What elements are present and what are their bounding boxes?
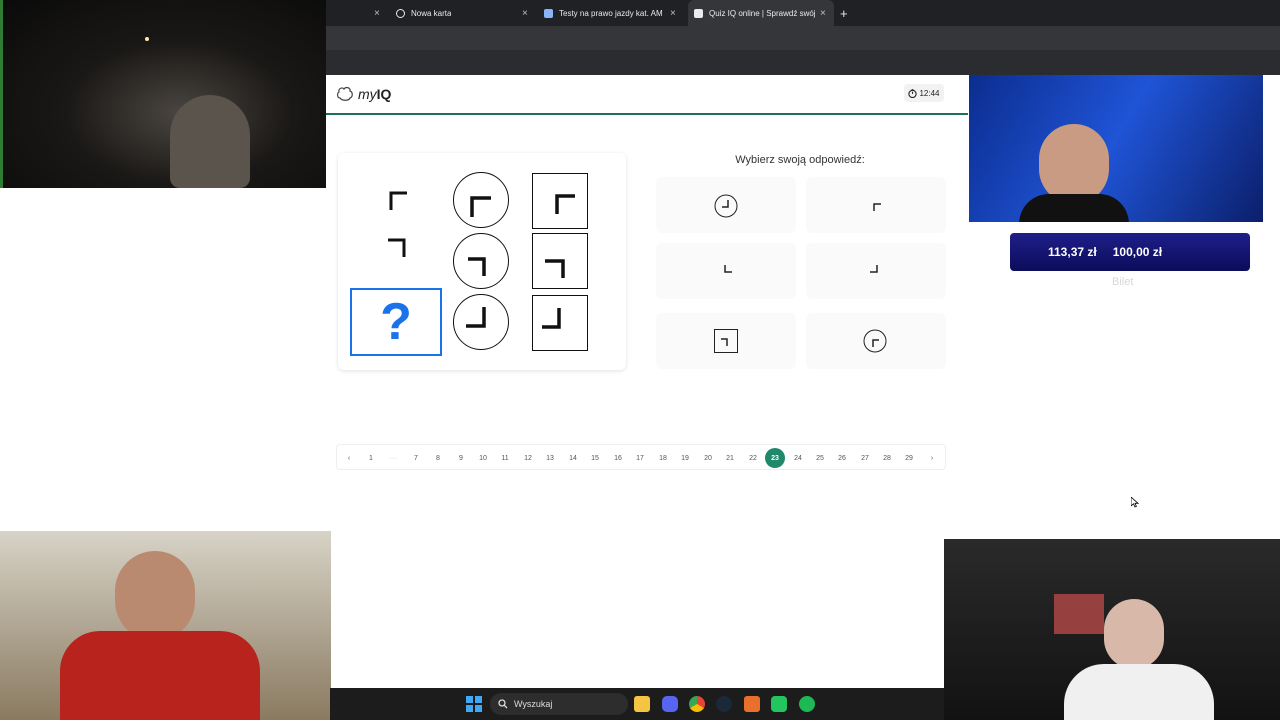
pagination-page[interactable]: 18 bbox=[653, 448, 673, 468]
puzzle-cell-circle bbox=[453, 294, 509, 350]
browser-tab-bar: × Nowa karta × Testy na prawo jazdy kat.… bbox=[326, 0, 1280, 26]
page-icon bbox=[694, 8, 703, 18]
close-icon[interactable]: × bbox=[374, 8, 380, 19]
pagination-page[interactable]: 13 bbox=[540, 448, 560, 468]
webcam-top-left bbox=[0, 0, 326, 188]
steam-icon[interactable] bbox=[716, 696, 732, 712]
logo-my-text: my bbox=[358, 86, 377, 102]
pagination-prev-button[interactable]: ‹ bbox=[339, 448, 359, 468]
file-explorer-icon[interactable] bbox=[634, 696, 650, 712]
answer-heading: Wybierz swoją odpowiedź: bbox=[735, 154, 865, 166]
question-pagination: ‹ 1 ··· 7 8 9 10 11 12 13 14 15 16 17 18… bbox=[336, 444, 946, 470]
answer-option-3[interactable] bbox=[656, 243, 796, 299]
browser-tab[interactable]: × bbox=[326, 0, 388, 26]
close-icon[interactable]: × bbox=[820, 8, 826, 19]
timer-badge: 12:44 bbox=[904, 84, 944, 102]
pagination-page[interactable]: 17 bbox=[630, 448, 650, 468]
globe-icon bbox=[396, 8, 405, 18]
browser-toolbar bbox=[326, 26, 1280, 50]
logo[interactable]: my IQ bbox=[336, 86, 391, 102]
brain-icon bbox=[337, 86, 353, 101]
site-header: my IQ 12:44 bbox=[326, 75, 968, 115]
app-icon[interactable] bbox=[744, 696, 760, 712]
graduation-cap-icon bbox=[544, 8, 553, 18]
pagination-page[interactable]: 11 bbox=[495, 448, 515, 468]
pagination-page[interactable]: 16 bbox=[608, 448, 628, 468]
pagination-page[interactable]: 15 bbox=[585, 448, 605, 468]
stopwatch-icon bbox=[908, 88, 918, 98]
answer-option-2[interactable] bbox=[806, 177, 946, 233]
pagination-page[interactable]: 14 bbox=[563, 448, 583, 468]
bookmarks-bar bbox=[326, 50, 1280, 75]
close-icon[interactable]: × bbox=[670, 8, 676, 19]
answer-option-1[interactable] bbox=[656, 177, 796, 233]
puzzle-cell-square bbox=[532, 173, 588, 229]
answer-option-6[interactable] bbox=[806, 313, 946, 369]
webcam-top-right bbox=[969, 54, 1263, 222]
chrome-icon[interactable] bbox=[689, 696, 705, 712]
new-tab-button[interactable]: + bbox=[840, 0, 854, 26]
pagination-page[interactable]: 25 bbox=[810, 448, 830, 468]
app-green-icon[interactable] bbox=[771, 696, 787, 712]
pagination-page-current[interactable]: 23 bbox=[765, 448, 785, 468]
pagination-page[interactable]: 7 bbox=[406, 448, 426, 468]
pagination-page[interactable]: 24 bbox=[788, 448, 808, 468]
bet-amount-2: 100,00 zł bbox=[1112, 245, 1163, 259]
webcam-bottom-left bbox=[0, 531, 331, 720]
plus-icon: + bbox=[840, 5, 848, 21]
pagination-page[interactable]: 26 bbox=[832, 448, 852, 468]
question-mark: ? bbox=[380, 293, 412, 351]
bet-badge: 113,37 zł 100,00 zł bbox=[1010, 233, 1250, 271]
discord-icon[interactable] bbox=[662, 696, 678, 712]
pagination-page[interactable]: 29 bbox=[899, 448, 919, 468]
search-icon bbox=[498, 699, 508, 709]
tab-label: Nowa karta bbox=[411, 8, 452, 18]
browser-tab[interactable]: Nowa karta × bbox=[396, 0, 536, 26]
pagination-ellipsis: ··· bbox=[389, 454, 397, 462]
logo-iq-text: IQ bbox=[376, 86, 392, 102]
spotify-icon[interactable] bbox=[799, 696, 815, 712]
pagination-page[interactable]: 19 bbox=[675, 448, 695, 468]
pagination-next-button[interactable]: › bbox=[922, 448, 942, 468]
puzzle-cell-plain bbox=[383, 186, 413, 216]
puzzle-cell-circle bbox=[453, 172, 509, 228]
pagination-page[interactable]: 27 bbox=[855, 448, 875, 468]
answer-option-4[interactable] bbox=[806, 243, 946, 299]
pagination-page[interactable]: 10 bbox=[473, 448, 493, 468]
tab-label: Quiz IQ online | Sprawdź swój bbox=[709, 8, 816, 18]
close-icon[interactable]: × bbox=[522, 8, 528, 19]
pagination-page[interactable]: 21 bbox=[720, 448, 740, 468]
bet-amount-1: 113,37 zł bbox=[1048, 245, 1097, 259]
taskbar-search-label: Wyszukaj bbox=[514, 699, 553, 709]
tab-label: Testy na prawo jazdy kat. AM bbox=[559, 8, 663, 18]
bet-label: Bilet bbox=[1112, 276, 1134, 288]
taskbar: Wyszukaj bbox=[330, 688, 944, 720]
puzzle-cell-circle bbox=[453, 233, 509, 289]
pagination-page[interactable]: 12 bbox=[518, 448, 538, 468]
pagination-page[interactable]: 28 bbox=[877, 448, 897, 468]
timer-value: 12:44 bbox=[919, 88, 940, 98]
browser-tab-active[interactable]: Quiz IQ online | Sprawdź swój × bbox=[688, 0, 834, 26]
pagination-page[interactable]: 20 bbox=[698, 448, 718, 468]
answer-option-5[interactable] bbox=[656, 313, 796, 369]
pagination-page[interactable]: 8 bbox=[428, 448, 448, 468]
pagination-page[interactable]: 1 bbox=[361, 448, 381, 468]
puzzle-matrix: ? bbox=[338, 153, 626, 370]
question-cell: ? bbox=[350, 288, 442, 356]
mouse-cursor-icon bbox=[1131, 497, 1139, 508]
pagination-page[interactable]: 9 bbox=[451, 448, 471, 468]
puzzle-cell-plain bbox=[382, 235, 412, 265]
browser-tab[interactable]: Testy na prawo jazdy kat. AM × bbox=[544, 0, 684, 26]
pagination-page[interactable]: 22 bbox=[743, 448, 763, 468]
puzzle-cell-square bbox=[532, 233, 588, 289]
webcam-bottom-right bbox=[944, 539, 1280, 720]
taskbar-search[interactable]: Wyszukaj bbox=[490, 693, 628, 715]
windows-start-icon[interactable] bbox=[466, 696, 482, 712]
puzzle-cell-square bbox=[532, 295, 588, 351]
